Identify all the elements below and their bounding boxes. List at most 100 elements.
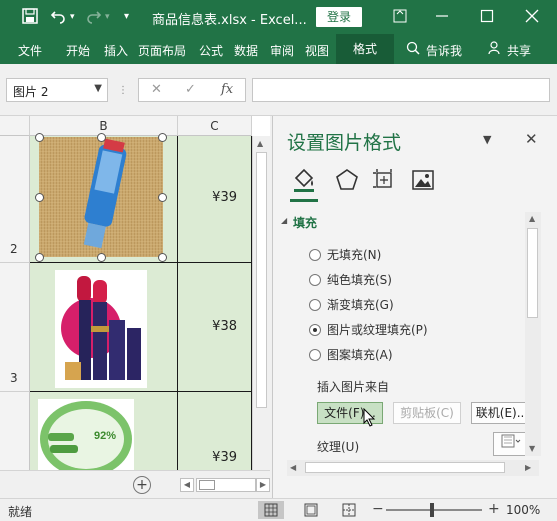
clipboard-button[interactable]: 剪贴板(C) [393, 402, 461, 424]
select-all-corner[interactable] [0, 116, 30, 136]
close-icon[interactable] [520, 5, 544, 27]
tab-view[interactable]: 视图 [305, 42, 329, 59]
price-value: ¥38 [212, 319, 237, 334]
scroll-up-icon[interactable]: ▲ [257, 139, 263, 148]
status-ready-text: 就绪 [8, 505, 33, 519]
scroll-left-icon[interactable]: ◀ [290, 463, 296, 472]
fill-line-icon[interactable] [290, 166, 318, 202]
share-button[interactable]: 共享 [507, 42, 531, 59]
pane-options-icon[interactable]: ▼ [483, 133, 491, 146]
tab-formulas[interactable]: 公式 [199, 42, 223, 59]
product-image-aloe-gel[interactable]: 92% [38, 399, 134, 470]
tab-format[interactable]: 格式 [336, 34, 394, 64]
tab-file[interactable]: 文件 [18, 42, 42, 59]
column-header-c[interactable]: C [178, 116, 252, 136]
scroll-up-icon[interactable]: ▲ [529, 214, 535, 223]
radio-solid-fill[interactable]: 纯色填充(S) [309, 271, 392, 288]
scroll-right-icon[interactable]: ▶ [525, 463, 531, 472]
cell-c3[interactable]: ¥38 [178, 263, 252, 392]
formula-input[interactable] [252, 78, 550, 102]
scroll-left-icon[interactable]: ◀ [180, 478, 194, 492]
minimize-icon[interactable] [430, 5, 454, 27]
maximize-icon[interactable] [475, 5, 499, 27]
pane-title: 设置图片格式 [287, 132, 402, 154]
radio-button[interactable] [309, 274, 321, 286]
tab-data[interactable]: 数据 [234, 42, 258, 59]
page-break-view-icon[interactable] [336, 501, 362, 519]
undo-icon[interactable] [50, 8, 66, 28]
redo-dropdown-icon[interactable]: ▾ [105, 12, 110, 22]
sheet-vertical-scrollbar[interactable]: ▲ [252, 136, 270, 470]
resize-handle[interactable] [35, 133, 44, 142]
confirm-entry-icon[interactable]: ✓ [185, 82, 196, 97]
status-bar: 就绪 − + 100% [0, 498, 557, 521]
resize-handle[interactable] [158, 253, 167, 262]
resize-handle[interactable] [35, 253, 44, 262]
radio-button-selected[interactable] [309, 324, 321, 336]
normal-view-icon[interactable] [258, 501, 284, 519]
tab-page-layout[interactable]: 页面布局 [138, 42, 186, 59]
login-button[interactable]: 登录 [316, 7, 362, 27]
zoom-level[interactable]: 100% [506, 503, 540, 517]
pane-horizontal-scrollbar[interactable]: ◀ ▶ [287, 460, 539, 476]
pane-close-icon[interactable]: ✕ [525, 130, 538, 148]
scroll-thumb[interactable] [256, 152, 267, 408]
page-layout-view-icon[interactable] [298, 501, 324, 519]
grip-dots-icon[interactable]: ⋮ [118, 85, 129, 96]
share-person-icon [488, 41, 502, 58]
scroll-thumb[interactable] [527, 228, 538, 318]
row-header[interactable]: 3 [0, 263, 30, 392]
radio-gradient-fill[interactable]: 渐变填充(G) [309, 296, 394, 313]
product-image-cleanser[interactable] [39, 137, 163, 257]
tab-home[interactable]: 开始 [66, 42, 90, 59]
undo-dropdown-icon[interactable]: ▾ [70, 12, 75, 22]
tab-insert[interactable]: 插入 [104, 42, 128, 59]
resize-handle[interactable] [97, 133, 106, 142]
zoom-slider-thumb[interactable] [430, 503, 434, 517]
cell-c4[interactable]: ¥39 [178, 392, 252, 470]
ribbon-display-options-icon[interactable] [388, 5, 412, 27]
cancel-entry-icon[interactable]: ✕ [151, 82, 162, 97]
row-header[interactable] [0, 392, 30, 470]
chevron-down-icon[interactable]: ▼ [94, 83, 102, 94]
scroll-thumb[interactable] [305, 462, 505, 473]
row-header[interactable]: 2 [0, 136, 30, 263]
zoom-in-icon[interactable]: + [488, 501, 500, 517]
effects-pentagon-icon[interactable] [333, 166, 361, 194]
resize-handle[interactable] [158, 193, 167, 202]
radio-label: 图片或纹理填充(P) [327, 323, 428, 337]
pane-vertical-scrollbar[interactable]: ▲ ▼ [525, 212, 541, 456]
scroll-thumb[interactable] [199, 480, 215, 490]
sheet-horizontal-scrollbar[interactable] [196, 478, 256, 492]
redo-icon[interactable] [86, 8, 102, 28]
zoom-out-icon[interactable]: − [372, 501, 384, 517]
add-sheet-button[interactable]: + [133, 476, 151, 494]
tab-review[interactable]: 审阅 [270, 42, 294, 59]
zoom-slider[interactable] [386, 509, 482, 511]
scroll-down-icon[interactable]: ▼ [529, 444, 535, 453]
product-image-lipstick[interactable] [55, 270, 147, 388]
radio-button[interactable] [309, 349, 321, 361]
texture-picker-button[interactable] [493, 432, 529, 456]
radio-picture-texture-fill[interactable]: 图片或纹理填充(P) [309, 321, 428, 338]
picture-icon[interactable] [409, 166, 437, 194]
radio-pattern-fill[interactable]: 图案填充(A) [309, 346, 393, 363]
save-icon[interactable] [22, 8, 38, 28]
radio-button[interactable] [309, 249, 321, 261]
tell-me-search[interactable]: 告诉我 [426, 42, 462, 59]
resize-handle[interactable] [158, 133, 167, 142]
section-fill-header[interactable]: 填充 [293, 214, 317, 231]
radio-button[interactable] [309, 299, 321, 311]
name-box[interactable]: 图片 2 ▼ [6, 78, 108, 102]
insert-function-icon[interactable]: fx [221, 82, 233, 97]
online-button[interactable]: 联机(E)... [471, 402, 533, 424]
collapse-triangle-icon[interactable]: ◢ [281, 216, 287, 225]
resize-handle[interactable] [97, 253, 106, 262]
size-properties-icon[interactable] [370, 166, 398, 194]
customize-toolbar-icon[interactable]: ▾ [124, 11, 129, 22]
cell-c2[interactable]: ¥39 [178, 136, 252, 263]
radio-no-fill[interactable]: 无填充(N) [309, 246, 381, 263]
resize-handle[interactable] [35, 193, 44, 202]
file-name: 商品信息表.xlsx [152, 13, 247, 28]
scroll-right-icon[interactable]: ▶ [256, 478, 270, 492]
